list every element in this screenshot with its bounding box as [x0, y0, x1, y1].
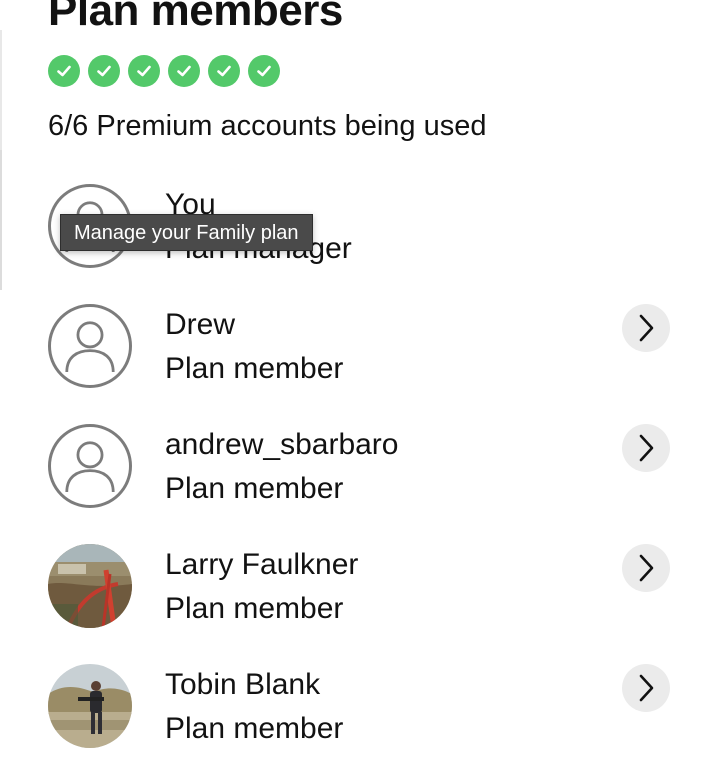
check-icon	[168, 55, 200, 87]
check-icon	[208, 55, 240, 87]
member-row-drew[interactable]: Drew Plan member	[48, 304, 670, 390]
member-row-larry[interactable]: Larry Faulkner Plan member	[48, 544, 670, 630]
member-row-andrew[interactable]: andrew_sbarbaro Plan member	[48, 424, 670, 510]
member-role: Plan member	[165, 712, 344, 745]
left-edge-divider	[0, 150, 2, 290]
member-role: Plan member	[165, 352, 344, 385]
check-icon	[128, 55, 160, 87]
member-name: Tobin Blank	[165, 668, 321, 701]
check-icon	[48, 55, 80, 87]
member-role: Plan member	[165, 472, 344, 505]
member-name: Drew	[165, 308, 236, 341]
chevron-right-icon[interactable]	[622, 664, 670, 712]
check-icon	[248, 55, 280, 87]
tooltip: Manage your Family plan	[60, 214, 313, 251]
default-user-icon	[48, 304, 132, 388]
member-name: andrew_sbarbaro	[165, 428, 399, 461]
check-icon	[88, 55, 120, 87]
chevron-right-icon[interactable]	[622, 304, 670, 352]
usage-summary: 6/6 Premium accounts being used	[48, 110, 487, 142]
avatar-photo	[48, 664, 132, 748]
member-row-tobin[interactable]: Tobin Blank Plan member	[48, 664, 670, 750]
page-title: Plan members	[48, 0, 343, 35]
member-role: Plan member	[165, 592, 344, 625]
avatar-photo	[48, 544, 132, 628]
default-user-icon	[48, 424, 132, 508]
member-name: Larry Faulkner	[165, 548, 359, 581]
chevron-right-icon[interactable]	[622, 424, 670, 472]
account-slots	[48, 55, 280, 87]
chevron-right-icon[interactable]	[622, 544, 670, 592]
